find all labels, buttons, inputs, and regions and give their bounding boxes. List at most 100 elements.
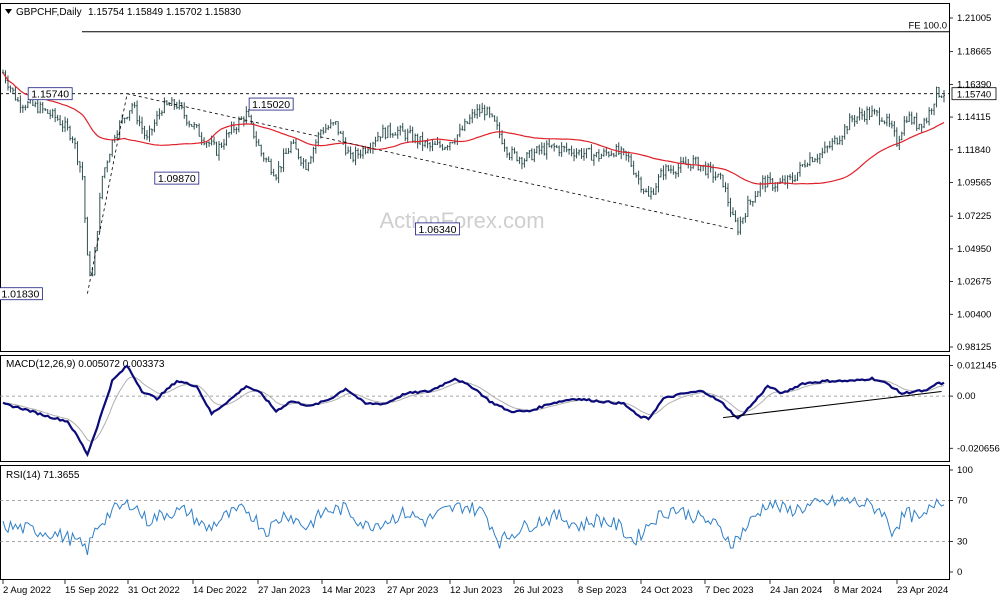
rsi-line: [2, 494, 945, 556]
candle: [528, 150, 531, 159]
date-tick-label: 26 Jul 2023: [514, 585, 563, 596]
candle: [530, 148, 533, 161]
candle: [471, 108, 474, 124]
candle: [918, 123, 921, 130]
candle: [218, 141, 221, 161]
candle: [789, 174, 792, 181]
candle: [448, 142, 451, 151]
fe-level-label: FE 100.0: [908, 21, 947, 32]
candle: [163, 97, 166, 114]
candle: [362, 146, 365, 159]
candle: [322, 127, 325, 135]
candle: [188, 120, 191, 128]
date-tick-label: 7 Dec 2023: [705, 585, 754, 596]
candle: [650, 187, 653, 200]
candle: [794, 174, 797, 183]
candle: [890, 120, 893, 129]
price-tick-label: 1.02675: [957, 277, 991, 288]
candle: [456, 134, 459, 146]
candle: [491, 113, 494, 118]
watermark: ActionForex.com: [379, 208, 544, 233]
dropdown-triangle-icon[interactable]: [5, 9, 12, 14]
candle: [260, 144, 263, 157]
candle: [923, 117, 926, 129]
price-annotation: 1.06340: [415, 222, 460, 236]
candle: [870, 105, 873, 117]
date-tick-label: 15 Sep 2022: [65, 585, 119, 596]
candle: [74, 137, 77, 149]
candle: [595, 152, 598, 158]
candle: [302, 157, 305, 169]
candle: [915, 112, 918, 131]
candle: [933, 103, 936, 116]
symbol-label: GBPCHF,Daily: [16, 7, 82, 18]
candle: [424, 140, 427, 148]
candle: [96, 230, 99, 252]
chart-header: GBPCHF,Daily 1.15754 1.15849 1.15702 1.1…: [5, 7, 241, 18]
candle: [600, 153, 603, 160]
candle: [344, 137, 347, 156]
candle: [592, 153, 595, 166]
candle: [376, 131, 379, 142]
candle: [128, 110, 131, 121]
candle: [379, 136, 382, 142]
date-tick-label: 31 Oct 2022: [128, 585, 180, 596]
candle: [473, 109, 476, 118]
candle: [734, 210, 737, 223]
candle: [431, 139, 434, 152]
candle: [183, 102, 186, 119]
candle: [466, 121, 469, 124]
macd-panel-frame: [0, 355, 950, 462]
candle: [550, 144, 553, 149]
candle: [255, 131, 258, 147]
candle: [143, 125, 146, 140]
candle: [304, 158, 307, 170]
macd-trendline: [722, 391, 942, 419]
candle: [769, 172, 772, 184]
candle: [69, 125, 72, 141]
candle: [108, 153, 111, 163]
candle: [543, 142, 546, 156]
candle: [811, 156, 814, 163]
candle: [533, 148, 536, 163]
candle: [587, 147, 590, 150]
candle: [265, 157, 268, 163]
candle: [146, 130, 149, 141]
annotation-text: 1.09870: [158, 173, 196, 185]
macd-tick-label: 0.00: [957, 391, 976, 402]
date-tick-label: 14 Dec 2022: [193, 585, 247, 596]
candle: [101, 175, 104, 200]
candle: [823, 141, 826, 154]
candle: [245, 106, 248, 124]
candle: [786, 175, 789, 189]
candle: [548, 138, 551, 148]
candle: [818, 152, 821, 165]
candle: [190, 123, 193, 127]
candle: [714, 171, 717, 181]
candle: [744, 213, 747, 223]
candle: [476, 104, 479, 119]
rsi-tick-label: 30: [957, 536, 968, 547]
candle: [858, 107, 861, 121]
candle: [71, 136, 74, 144]
candle: [664, 164, 667, 180]
candle: [506, 146, 509, 158]
candle: [545, 140, 548, 160]
candle: [394, 132, 397, 136]
candle: [669, 164, 672, 174]
candle: [257, 138, 260, 146]
candle: [275, 173, 278, 181]
candle: [828, 140, 831, 149]
candle: [761, 175, 764, 190]
candle: [510, 146, 513, 161]
candle: [697, 156, 700, 171]
candle: [525, 152, 528, 162]
candle: [297, 148, 300, 160]
candle: [203, 137, 206, 146]
candle: [717, 173, 720, 178]
candle: [307, 162, 310, 172]
candle: [645, 188, 648, 193]
candle: [699, 165, 702, 172]
candle: [560, 142, 563, 157]
fe-projection-leg-1: [87, 93, 128, 294]
